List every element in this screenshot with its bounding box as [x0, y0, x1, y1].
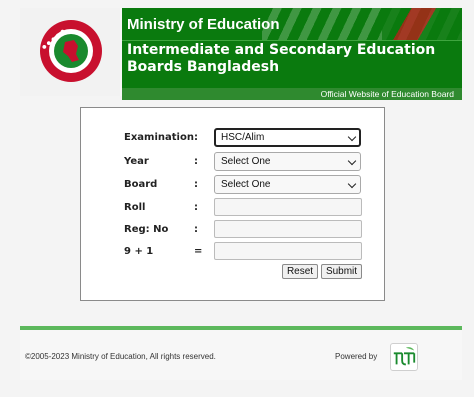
examination-value: HSC/Alim: [221, 132, 265, 143]
examination-colon: :: [194, 132, 198, 143]
banner-flag-art: [382, 8, 462, 40]
result-form: Examination : HSC/Alim Year : Select One…: [80, 107, 385, 301]
year-row: Year : Select One: [81, 152, 386, 172]
board-row: Board : Select One: [81, 175, 386, 195]
year-value: Select One: [221, 156, 271, 167]
banner-divider: [122, 40, 462, 41]
year-label: Year: [124, 156, 149, 167]
site-footer: ©2005-2023 Ministry of Education, All ri…: [20, 330, 462, 380]
board-title: Intermediate and Secondary Education Boa…: [127, 42, 436, 75]
ministry-title: Ministry of Education: [127, 16, 280, 33]
header-banner: Ministry of Education Intermediate and S…: [122, 8, 462, 88]
teletalk-logo-icon[interactable]: [390, 343, 418, 371]
submit-button[interactable]: Submit: [321, 264, 362, 279]
page: ● ● ● ● ● Ministry of Education Intermed…: [0, 0, 474, 397]
board-value: Select One: [221, 179, 271, 190]
roll-input[interactable]: [214, 198, 362, 216]
reg-row: Reg: No :: [81, 220, 386, 240]
examination-select[interactable]: HSC/Alim: [214, 128, 361, 147]
board-select[interactable]: Select One: [214, 175, 361, 194]
button-row: Reset Submit: [81, 264, 386, 284]
captcha-row: 9 + 1 =: [81, 242, 386, 262]
chevron-down-icon: [347, 156, 357, 166]
captcha-equals: =: [194, 246, 203, 257]
chevron-down-icon: [347, 132, 357, 142]
copyright-text: ©2005-2023 Ministry of Education, All ri…: [25, 352, 216, 361]
captcha-label: 9 + 1: [124, 246, 154, 257]
year-colon: :: [194, 156, 198, 167]
roll-colon: :: [194, 202, 198, 213]
roll-row: Roll :: [81, 198, 386, 218]
reg-input[interactable]: [214, 220, 362, 238]
chevron-down-icon: [347, 179, 357, 189]
board-colon: :: [194, 179, 198, 190]
captcha-input[interactable]: [214, 242, 362, 260]
reset-button[interactable]: Reset: [282, 264, 318, 279]
examination-label: Examination: [124, 132, 194, 143]
board-label: Board: [124, 179, 158, 190]
powered-by-text: Powered by: [335, 352, 378, 361]
roll-label: Roll: [124, 202, 146, 213]
site-header: ● ● ● ● ● Ministry of Education Intermed…: [20, 8, 462, 100]
examination-row: Examination : HSC/Alim: [81, 128, 386, 148]
reg-colon: :: [194, 224, 198, 235]
year-select[interactable]: Select One: [214, 152, 361, 171]
reg-label: Reg: No: [124, 224, 169, 235]
official-website-note: Official Website of Education Board: [122, 88, 462, 100]
bangladesh-govt-seal-icon: ● ● ● ● ●: [40, 20, 102, 82]
logo-container: ● ● ● ● ●: [20, 8, 120, 96]
